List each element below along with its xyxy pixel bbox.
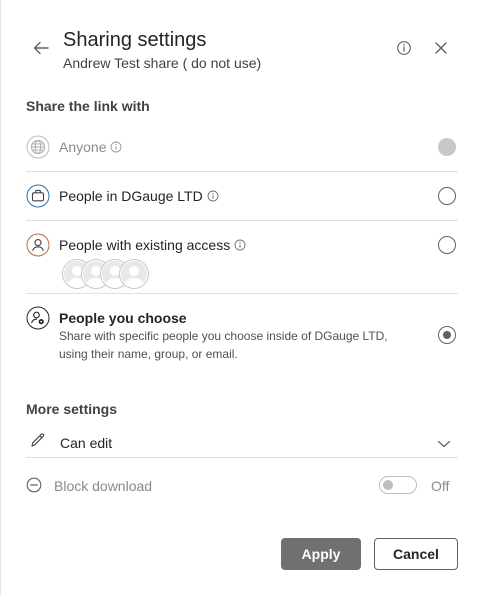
- info-icon[interactable]: [396, 40, 412, 56]
- divider: [26, 293, 458, 294]
- more-settings-label: More settings: [26, 401, 118, 417]
- radio-existing-access[interactable]: [438, 236, 456, 254]
- block-download-row: Block download Off: [26, 474, 458, 498]
- block-download-toggle[interactable]: [379, 476, 417, 494]
- dialog-title: Sharing settings: [63, 29, 207, 51]
- back-arrow-icon[interactable]: [31, 38, 51, 58]
- block-download-label: Block download: [54, 478, 153, 494]
- divider: [26, 171, 458, 172]
- person-icon: [26, 233, 50, 257]
- radio-anyone[interactable]: [438, 138, 456, 156]
- share-section-label: Share the link with: [26, 98, 150, 114]
- option-people-in-org[interactable]: People in DGauge LTD: [26, 184, 458, 208]
- option-people-you-choose[interactable]: People you choose Share with specific pe…: [26, 306, 458, 366]
- apply-button[interactable]: Apply: [281, 538, 361, 570]
- option-org-label: People in DGauge LTD: [59, 188, 203, 204]
- info-icon[interactable]: [207, 189, 219, 205]
- permission-label: Can edit: [60, 435, 113, 451]
- sharing-settings-dialog: Sharing settings Andrew Test share ( do …: [0, 0, 479, 596]
- toggle-state-label: Off: [431, 478, 450, 494]
- option-choose-description-line2: using their name, group, or email.: [59, 347, 238, 361]
- person-settings-icon: [26, 306, 50, 330]
- info-icon[interactable]: [234, 238, 246, 254]
- option-anyone-label: Anyone: [59, 139, 107, 155]
- minus-circle-icon: [26, 477, 42, 498]
- option-existing-access[interactable]: People with existing access: [26, 233, 458, 288]
- info-icon[interactable]: [110, 140, 122, 156]
- toggle-knob: [383, 480, 393, 490]
- globe-icon: [26, 135, 50, 159]
- option-existing-label: People with existing access: [59, 237, 231, 253]
- close-icon[interactable]: [434, 41, 448, 55]
- chevron-down-icon: [437, 436, 451, 454]
- option-choose-description-line1: Share with specific people you choose in…: [59, 329, 388, 343]
- avatar: [120, 260, 148, 288]
- cancel-button[interactable]: Cancel: [374, 538, 458, 570]
- pencil-icon: [30, 432, 46, 453]
- permission-dropdown[interactable]: Can edit: [26, 430, 458, 456]
- option-anyone[interactable]: Anyone: [26, 135, 458, 159]
- briefcase-icon: [26, 184, 50, 208]
- radio-people-you-choose[interactable]: [438, 326, 456, 344]
- option-choose-label: People you choose: [59, 310, 187, 326]
- radio-people-in-org[interactable]: [438, 187, 456, 205]
- divider: [26, 457, 458, 458]
- dialog-subtitle: Andrew Test share ( do not use): [63, 55, 262, 71]
- divider: [26, 220, 458, 221]
